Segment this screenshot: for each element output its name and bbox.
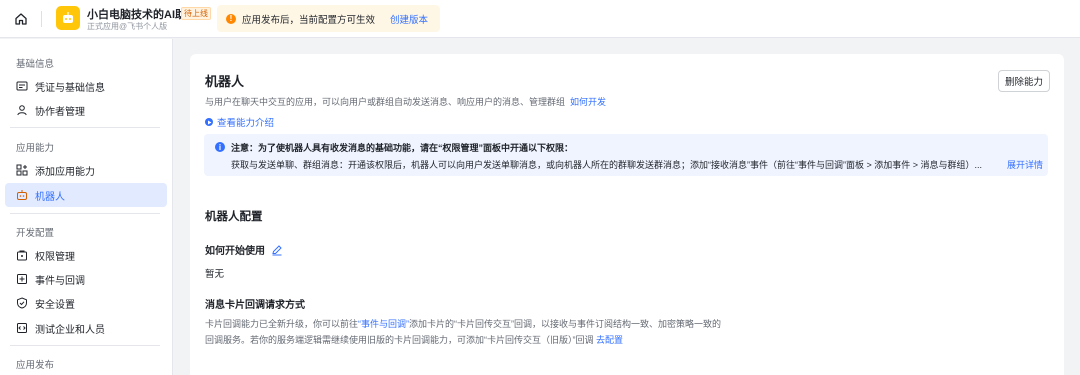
sidebar-item-collaborators[interactable]: 协作者管理 (5, 98, 167, 122)
info-body: 获取与发送单聊、群组消息：开通该权限后，机器人可以向用户发送单聊消息，或向机器人… (231, 160, 983, 170)
sidebar-item-security[interactable]: 安全设置 (5, 291, 167, 315)
warning-icon: ! (226, 13, 236, 24)
sidebar-divider (10, 127, 160, 128)
howto-title: 如何开始使用 (205, 246, 265, 257)
view-intro-label: 查看能力介绍 (217, 118, 275, 129)
sidebar: 基础信息 凭证与基础信息 协作者管理 应用能力 添加应用能力 机器人 开发配置 … (0, 39, 173, 375)
sidebar-item-permissions[interactable]: 权限管理 (5, 243, 167, 267)
test-icon (16, 322, 28, 334)
top-divider (41, 11, 42, 27)
sidebar-item-label: 权限管理 (35, 251, 75, 263)
sidebar-item-label: 机器人 (35, 191, 65, 203)
sidebar-group-title: 开发配置 (16, 228, 55, 239)
notice-text: 应用发布后，当前配置方可生效 (242, 14, 376, 26)
howto-heading: 如何开始使用 (205, 242, 283, 257)
sidebar-group-title: 应用能力 (16, 143, 55, 154)
play-icon (205, 118, 213, 126)
sidebar-item-credentials[interactable]: 凭证与基础信息 (5, 74, 167, 98)
robot-panel: 机器人 与用户在聊天中交互的应用，可以向用户或群组自动发送消息、响应用户的消息、… (190, 54, 1064, 375)
add-ability-icon (16, 164, 28, 176)
callback-description: 卡片回调能力已全新升级，你可以前往“事件与回调”添加卡片的“卡片回传交互”回调，… (205, 316, 725, 348)
page-description: 与用户在聊天中交互的应用，可以向用户或群组自动发送消息、响应用户的消息、管理群组… (205, 95, 606, 108)
robot-config-title: 机器人配置 (205, 211, 263, 223)
event-icon (16, 273, 28, 285)
sidebar-item-label: 事件与回调 (35, 275, 85, 287)
view-intro-link[interactable]: 查看能力介绍 (205, 115, 274, 129)
go-configure-link[interactable]: 去配置 (596, 335, 623, 345)
how-to-develop-link[interactable]: 如何开发 (570, 97, 606, 107)
callback-method-title: 消息卡片回调请求方式 (205, 300, 305, 311)
info-title: 注意：为了使机器人具有收发消息的基础功能，请在“权限管理”面板中开通以下权限： (231, 143, 574, 153)
event-callback-link[interactable]: “事件与回调” (358, 319, 409, 329)
app-avatar (56, 6, 80, 30)
create-version-link[interactable]: 创建版本 (390, 12, 428, 26)
info-icon: i (215, 142, 225, 152)
permission-icon (16, 249, 28, 261)
expand-details-link[interactable]: 展开详情 (1007, 158, 1043, 171)
sidebar-divider (10, 213, 160, 214)
sidebar-item-robot[interactable]: 机器人 (5, 183, 167, 207)
sidebar-item-events[interactable]: 事件与回调 (5, 267, 167, 291)
howto-value: 暂无 (205, 269, 225, 280)
callback-desc-part1: 卡片回调能力已全新升级，你可以前往 (205, 319, 359, 329)
robot-icon (16, 189, 28, 201)
shield-icon (16, 297, 28, 309)
app-status-badge: 待上线 (181, 7, 211, 20)
publish-notice: ! 应用发布后，当前配置方可生效 创建版本 (217, 5, 440, 32)
page-title: 机器人 (205, 74, 245, 89)
sidebar-item-label: 凭证与基础信息 (35, 82, 105, 94)
description-text: 与用户在聊天中交互的应用，可以向用户或群组自动发送消息、响应用户的消息、管理群组 (205, 97, 566, 107)
top-bar: 小白电脑技术的AI助手 待上线 正式应用@飞书个人版 ! 应用发布后，当前配置方… (0, 0, 1080, 38)
sidebar-item-label: 安全设置 (35, 299, 75, 311)
edit-icon[interactable] (271, 244, 283, 256)
app-subtitle: 正式应用@飞书个人版 (87, 22, 168, 31)
sidebar-divider (10, 345, 160, 346)
sidebar-item-label: 协作者管理 (35, 106, 85, 118)
home-icon[interactable] (12, 10, 30, 28)
sidebar-item-test-org[interactable]: 测试企业和人员 (5, 316, 167, 340)
sidebar-item-label: 添加应用能力 (35, 166, 95, 178)
user-icon (16, 104, 28, 116)
sidebar-item-label: 测试企业和人员 (35, 324, 105, 336)
robot-avatar-icon (63, 12, 73, 23)
permission-info-box: i 注意：为了使机器人具有收发消息的基础功能，请在“权限管理”面板中开通以下权限… (204, 134, 1048, 176)
delete-ability-button[interactable]: 删除能力 (998, 70, 1050, 92)
credential-icon (16, 80, 28, 92)
sidebar-group-title: 应用发布 (16, 360, 55, 371)
sidebar-group-title: 基础信息 (16, 59, 55, 70)
sidebar-item-add-ability[interactable]: 添加应用能力 (5, 158, 167, 182)
